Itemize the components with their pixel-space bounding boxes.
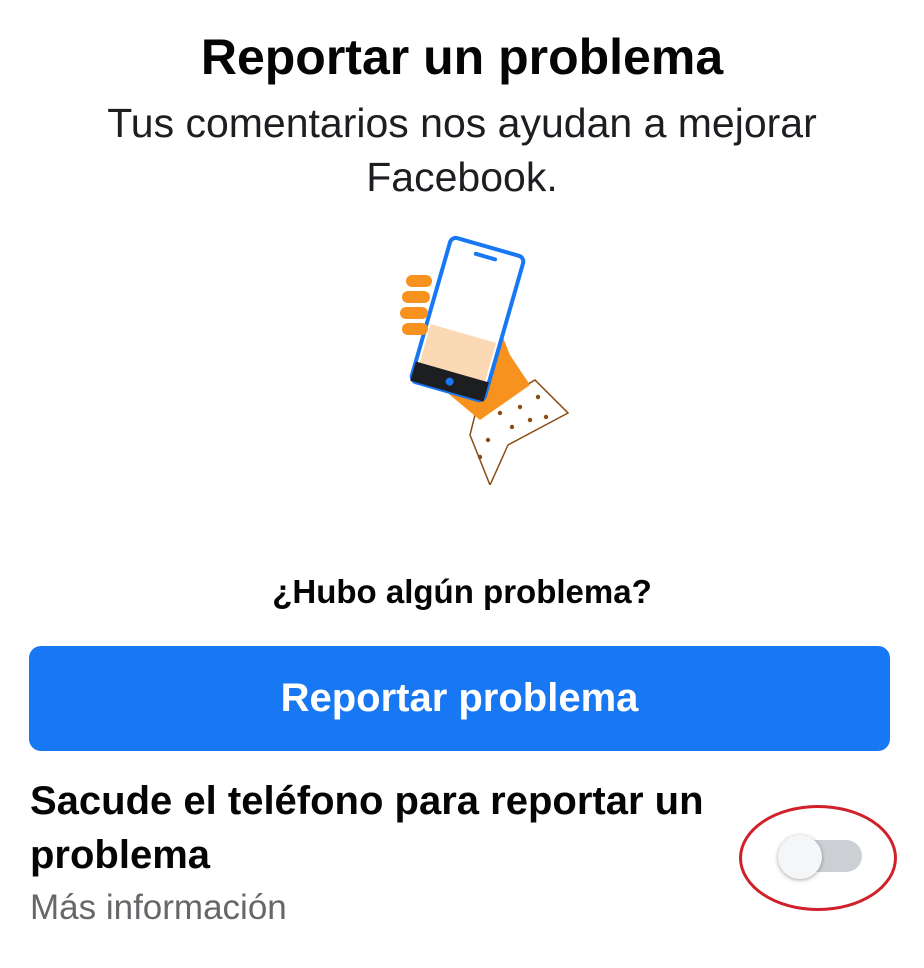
shake-to-report-toggle[interactable] <box>778 835 862 879</box>
problem-question: ¿Hubo algún problema? <box>272 573 652 610</box>
more-info-link[interactable]: Más información <box>30 886 287 930</box>
finger-4 <box>402 323 428 335</box>
page-title: Reportar un problema <box>200 29 724 85</box>
report-problem-button[interactable]: Reportar problema <box>29 646 890 751</box>
hand-holding-phone-icon <box>380 235 580 487</box>
finger-2 <box>402 291 430 303</box>
shake-to-report-label: Sacude el teléfono para reportar un prob… <box>30 779 704 877</box>
toggle-thumb <box>778 835 822 879</box>
finger-3 <box>400 307 428 319</box>
page-subtitle: Tus comentarios nos ayudan a mejorar Fac… <box>107 100 817 200</box>
finger-1 <box>406 275 432 287</box>
